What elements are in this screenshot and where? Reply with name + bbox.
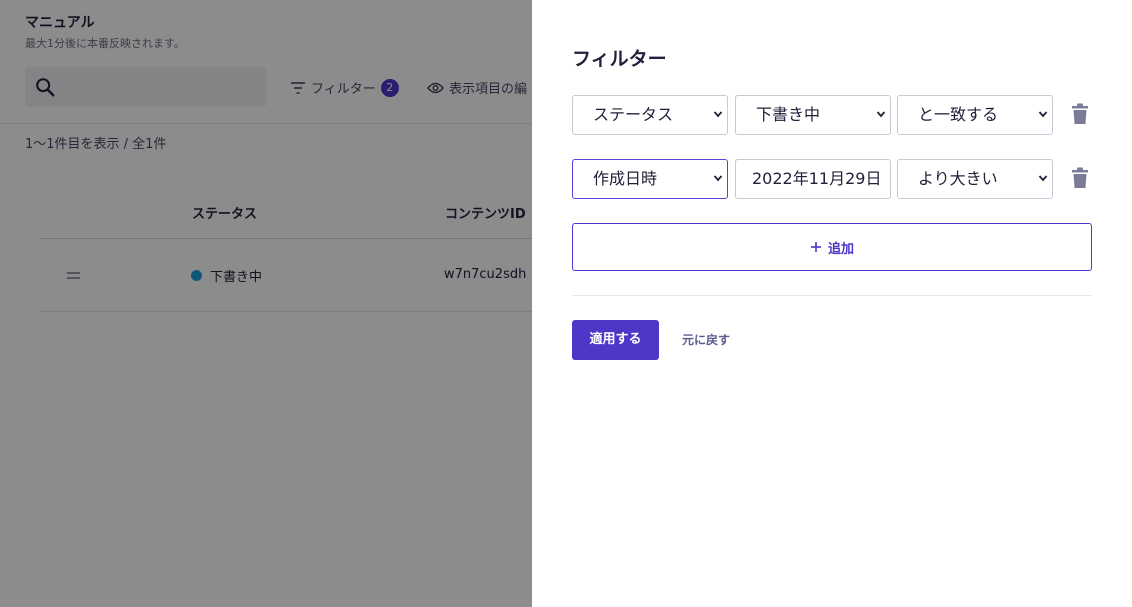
divider (572, 295, 1092, 296)
filter-value-text: 下書き中 (756, 105, 821, 124)
filter-operator-value: と一致する (918, 105, 999, 124)
modal-overlay[interactable] (0, 0, 532, 607)
filter-panel: フィルター ステータス 下書き中 と一致する 作成日時 2022年11月29日 … (532, 0, 1132, 607)
panel-title: フィルター (572, 48, 667, 70)
chevron-down-icon (876, 111, 886, 118)
filter-operator-value: より大きい (918, 169, 998, 188)
filter-field-select[interactable]: ステータス (572, 95, 728, 135)
filter-value-select[interactable]: 下書き中 (735, 95, 891, 135)
chevron-down-icon (713, 175, 723, 182)
trash-icon[interactable] (1071, 167, 1089, 189)
filter-field-select[interactable]: 作成日時 (572, 159, 728, 199)
filter-operator-select[interactable]: より大きい (897, 159, 1053, 199)
revert-button[interactable]: 元に戻す (682, 331, 730, 348)
filter-field-value: ステータス (593, 105, 674, 124)
apply-button[interactable]: 適用する (572, 320, 659, 360)
chevron-down-icon (713, 111, 723, 118)
chevron-down-icon (1038, 111, 1048, 118)
plus-icon (810, 242, 821, 252)
filter-operator-select[interactable]: と一致する (897, 95, 1053, 135)
add-filter-label: 追加 (827, 241, 854, 257)
add-filter-button[interactable]: 追加 (572, 223, 1092, 271)
chevron-down-icon (1038, 175, 1048, 182)
filter-date-input[interactable]: 2022年11月29日 (735, 159, 891, 199)
trash-icon[interactable] (1071, 103, 1089, 125)
filter-field-value: 作成日時 (593, 169, 658, 188)
